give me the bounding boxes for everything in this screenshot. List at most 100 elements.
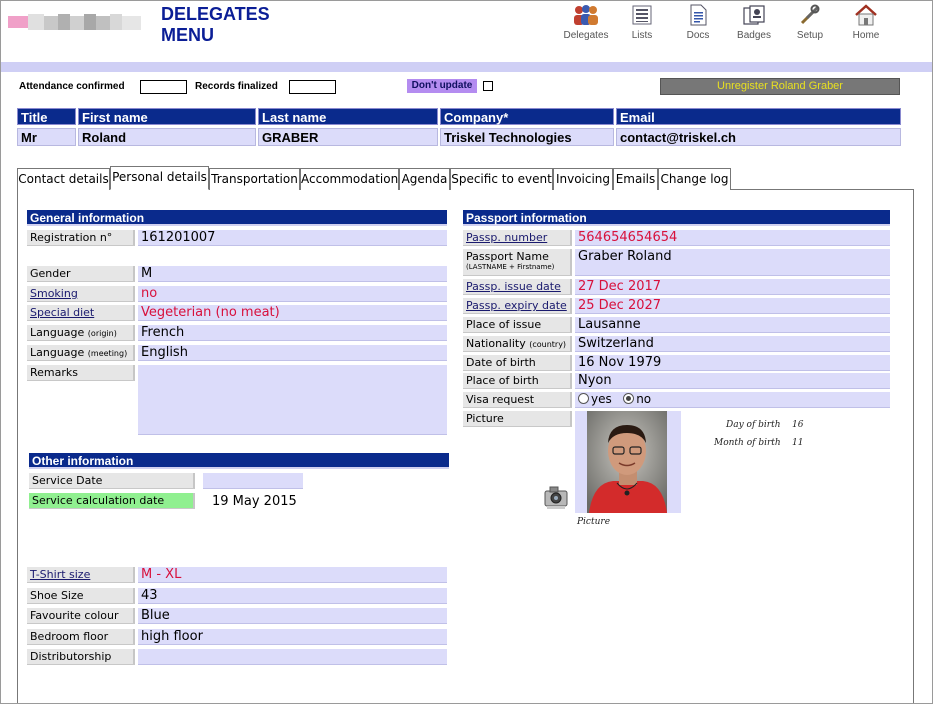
distributorship-value[interactable] [138, 649, 447, 665]
remarks-label: Remarks [27, 365, 135, 381]
passport-expiry-date-label[interactable]: Passp. expiry date [463, 298, 572, 314]
tshirt-size-value[interactable]: M - XL [138, 567, 447, 583]
tab-specific-to-event[interactable]: Specific to event [450, 168, 553, 190]
language-origin-label-text: Language [30, 326, 85, 339]
tab-personal-details[interactable]: Personal details [110, 166, 209, 190]
language-origin-label: Language (origin) [27, 325, 135, 341]
passport-number-value[interactable]: 564654654654 [575, 230, 890, 246]
passport-information-header: Passport information [463, 210, 890, 226]
service-calculation-date-label: Service calculation date [29, 493, 195, 509]
smoking-label[interactable]: Smoking [27, 286, 135, 302]
registration-label: Registration n° [27, 230, 135, 246]
passport-number-label[interactable]: Passp. number [463, 230, 572, 246]
nav-docs-label: Docs [686, 30, 710, 41]
smoking-value[interactable]: no [138, 286, 447, 302]
day-of-birth-label: Day of birth [726, 420, 781, 430]
nav-badges[interactable]: Badges [726, 4, 782, 41]
dont-update-label: Don't update [407, 79, 477, 93]
docs-icon [690, 4, 707, 26]
nav-badges-label: Badges [737, 30, 771, 41]
special-diet-label[interactable]: Special diet [27, 305, 135, 321]
visa-yes-radio[interactable] [578, 393, 589, 404]
general-information-header: General information [27, 210, 447, 226]
date-of-birth-value[interactable]: 16 Nov 1979 [575, 355, 890, 371]
favourite-colour-value[interactable]: Blue [138, 608, 447, 624]
visa-no-radio[interactable] [623, 393, 635, 404]
camera-icon[interactable] [543, 482, 569, 510]
records-finalized-label: Records finalized [195, 81, 278, 92]
tab-accommodation[interactable]: Accommodation [300, 168, 399, 190]
lists-icon [632, 5, 652, 25]
nav-delegates[interactable]: Delegates [558, 4, 614, 41]
language-meeting-label-text: Language [30, 346, 85, 359]
summary-header-email: Email [616, 108, 901, 125]
other-information-header: Other information [29, 453, 449, 469]
language-meeting-label: Language (meeting) [27, 345, 135, 361]
summary-lastname-value: GRABER [258, 128, 438, 146]
place-of-birth-label: Place of birth [463, 373, 572, 389]
delegates-icon [574, 5, 598, 25]
gender-label: Gender [27, 266, 135, 282]
nav-lists[interactable]: Lists [614, 4, 670, 41]
gender-value[interactable]: M [138, 266, 447, 282]
summary-header-title: Title [17, 108, 76, 125]
passport-name-label-text: Passport Name [466, 250, 549, 263]
records-finalized-field[interactable] [289, 80, 336, 94]
bedroom-floor-value[interactable]: high floor [138, 629, 447, 645]
tab-invoicing[interactable]: Invoicing [553, 168, 613, 190]
passport-expiry-date-value[interactable]: 25 Dec 2027 [575, 298, 890, 314]
date-of-birth-label: Date of birth [463, 355, 572, 371]
nav-docs[interactable]: Docs [670, 4, 726, 41]
nav-setup[interactable]: Setup [782, 4, 838, 41]
service-date-label: Service Date [29, 473, 195, 489]
logo [8, 12, 141, 32]
remarks-textarea[interactable] [138, 365, 447, 435]
language-meeting-sublabel: (meeting) [87, 349, 128, 358]
summary-title-value: Mr [17, 128, 76, 146]
shoe-size-value[interactable]: 43 [138, 588, 447, 604]
month-of-birth-value: 11 [792, 438, 804, 448]
nav-lists-label: Lists [631, 30, 653, 41]
nav-home-label: Home [852, 30, 880, 41]
tab-contact-details[interactable]: Contact details [17, 168, 110, 190]
passport-name-value[interactable]: Graber Roland [575, 249, 890, 276]
language-origin-value[interactable]: French [138, 325, 447, 341]
distributorship-label: Distributorship [27, 649, 135, 665]
nationality-sublabel: (country) [529, 340, 567, 349]
tab-agenda[interactable]: Agenda [399, 168, 450, 190]
dont-update-checkbox[interactable] [483, 81, 493, 91]
place-of-issue-value[interactable]: Lausanne [575, 317, 890, 333]
summary-company-value: Triskel Technologies [440, 128, 614, 146]
nationality-label-text: Nationality [466, 337, 526, 350]
visa-yes-label: yes [591, 392, 612, 406]
tab-emails[interactable]: Emails [613, 168, 658, 190]
service-calculation-date-value: 19 May 2015 [212, 494, 297, 509]
attendance-confirmed-field[interactable] [140, 80, 187, 94]
summary-firstname-value: Roland [78, 128, 256, 146]
registration-value: 161201007 [138, 230, 447, 246]
visa-request-label: Visa request [463, 392, 572, 408]
passport-name-label: Passport Name (LASTNAME + Firstname) [463, 249, 572, 276]
tshirt-size-label[interactable]: T-Shirt size [27, 567, 135, 583]
tab-transportation[interactable]: Transportation [209, 168, 300, 190]
language-origin-sublabel: (origin) [87, 329, 117, 338]
passport-name-sublabel: (LASTNAME + Firstname) [466, 263, 555, 271]
visa-no-label: no [636, 392, 652, 406]
place-of-birth-value[interactable]: Nyon [575, 373, 890, 389]
month-of-birth-label: Month of birth [714, 438, 781, 448]
nationality-label: Nationality (country) [463, 336, 572, 352]
language-meeting-value[interactable]: English [138, 345, 447, 361]
favourite-colour-label: Favourite colour [27, 608, 135, 624]
delegate-photo[interactable] [575, 411, 681, 513]
summary-header-company: Company* [440, 108, 614, 125]
nav-home[interactable]: Home [838, 4, 894, 41]
tab-change-log[interactable]: Change log [658, 168, 731, 190]
attendance-confirmed-label: Attendance confirmed [19, 81, 125, 92]
nav-setup-label: Setup [796, 30, 824, 41]
nationality-value[interactable]: Switzerland [575, 336, 890, 352]
service-date-value[interactable] [203, 473, 303, 489]
passport-issue-date-label[interactable]: Passp. issue date [463, 279, 572, 295]
passport-issue-date-value[interactable]: 27 Dec 2017 [575, 279, 890, 295]
special-diet-value[interactable]: Vegeterian (no meat) [138, 305, 447, 321]
unregister-button[interactable]: Unregister Roland Graber [660, 78, 900, 95]
